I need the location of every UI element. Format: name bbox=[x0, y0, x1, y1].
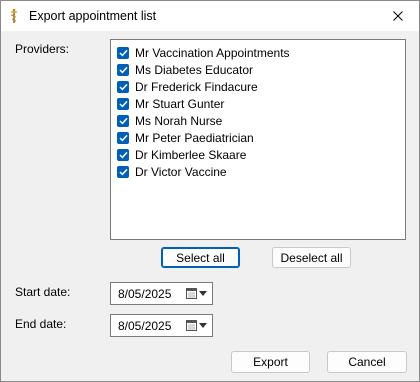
provider-label: Ms Norah Nurse bbox=[135, 113, 223, 128]
export-button[interactable]: Export bbox=[231, 351, 310, 373]
checkmark-icon bbox=[118, 151, 128, 158]
provider-item[interactable]: Dr Kimberlee Skaare bbox=[117, 146, 290, 163]
checkmark-icon bbox=[118, 66, 128, 73]
caduceus-icon bbox=[10, 8, 18, 23]
checkmark-icon bbox=[118, 168, 128, 175]
provider-label: Dr Victor Vaccine bbox=[135, 164, 227, 179]
provider-label: Ms Diabetes Educator bbox=[135, 62, 254, 77]
provider-item[interactable]: Ms Diabetes Educator bbox=[117, 61, 290, 78]
title-bar[interactable]: Export appointment list bbox=[1, 1, 419, 31]
provider-checkbox[interactable] bbox=[117, 80, 129, 93]
checkmark-icon bbox=[118, 49, 128, 56]
provider-label: Mr Stuart Gunter bbox=[135, 96, 225, 111]
provider-item[interactable]: Mr Stuart Gunter bbox=[117, 95, 290, 112]
providers-listbox[interactable]: Mr Vaccination Appointments Ms Diabetes E… bbox=[110, 39, 406, 240]
providers-label: Providers: bbox=[15, 42, 70, 56]
end-date-picker[interactable]: 8/05/2025 bbox=[110, 314, 213, 337]
provider-item[interactable]: Mr Peter Paediatrician bbox=[117, 129, 290, 146]
calendar-icon bbox=[186, 288, 197, 299]
provider-item[interactable]: Mr Vaccination Appointments bbox=[117, 44, 290, 61]
provider-item[interactable]: Dr Victor Vaccine bbox=[117, 163, 290, 180]
calendar-icon bbox=[186, 320, 197, 331]
provider-checkbox[interactable] bbox=[117, 114, 129, 127]
start-date-value: 8/05/2025 bbox=[118, 287, 172, 301]
deselect-all-button[interactable]: Deselect all bbox=[272, 247, 351, 268]
provider-checkbox[interactable] bbox=[117, 148, 129, 161]
window-title: Export appointment list bbox=[29, 9, 157, 23]
provider-checkbox[interactable] bbox=[117, 131, 129, 144]
chevron-down-icon bbox=[199, 323, 207, 328]
providers-list: Mr Vaccination Appointments Ms Diabetes E… bbox=[117, 44, 290, 180]
provider-label: Dr Kimberlee Skaare bbox=[135, 147, 247, 162]
end-date-value: 8/05/2025 bbox=[118, 319, 172, 333]
chevron-down-icon bbox=[199, 291, 207, 296]
provider-label: Mr Vaccination Appointments bbox=[135, 45, 290, 60]
checkmark-icon bbox=[118, 134, 128, 141]
provider-checkbox[interactable] bbox=[117, 63, 129, 76]
cancel-button[interactable]: Cancel bbox=[327, 351, 407, 373]
provider-label: Mr Peter Paediatrician bbox=[135, 130, 254, 145]
provider-checkbox[interactable] bbox=[117, 165, 129, 178]
provider-checkbox[interactable] bbox=[117, 97, 129, 110]
start-date-label: Start date: bbox=[15, 285, 71, 299]
close-icon bbox=[393, 11, 403, 21]
provider-item[interactable]: Ms Norah Nurse bbox=[117, 112, 290, 129]
export-dialog: Export appointment list Providers: Mr Va… bbox=[0, 0, 420, 382]
provider-item[interactable]: Dr Frederick Findacure bbox=[117, 78, 290, 95]
close-button[interactable] bbox=[377, 1, 419, 31]
checkmark-icon bbox=[118, 117, 128, 124]
checkmark-icon bbox=[118, 100, 128, 107]
start-date-picker[interactable]: 8/05/2025 bbox=[110, 282, 213, 305]
provider-checkbox[interactable] bbox=[117, 46, 129, 59]
select-all-button[interactable]: Select all bbox=[161, 247, 240, 268]
provider-label: Dr Frederick Findacure bbox=[135, 79, 258, 94]
checkmark-icon bbox=[118, 83, 128, 90]
end-date-label: End date: bbox=[15, 317, 67, 331]
